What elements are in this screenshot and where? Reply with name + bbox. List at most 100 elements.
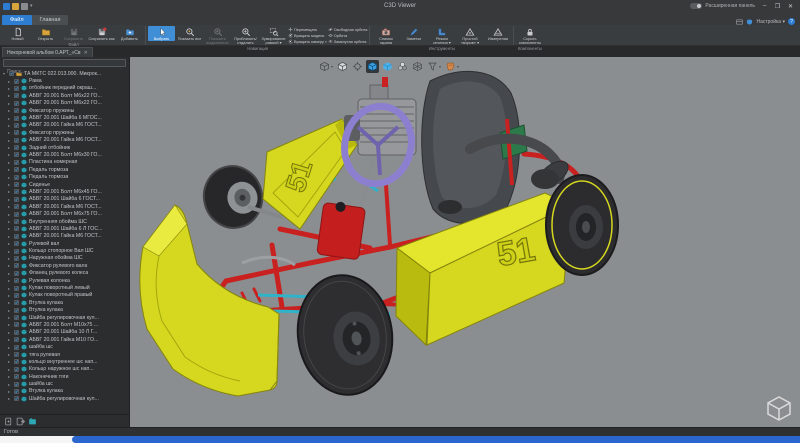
visibility-checkbox[interactable]	[14, 79, 19, 84]
tree-item[interactable]: ▸АБВГ 20.001 Болт М6х22 ГО...	[0, 92, 129, 99]
tree-item[interactable]: ▸Фиксатор пружины	[0, 129, 129, 136]
tree-item[interactable]: ▸Рулевая колонка	[0, 277, 129, 284]
side-pod-right[interactable]: 51	[396, 193, 571, 345]
tree-item[interactable]: ▸Фиксатор пружины	[0, 107, 129, 114]
viewport-shaded-button[interactable]	[381, 60, 394, 73]
rotate-model-button[interactable]: Вращать модель	[288, 33, 327, 38]
tree-item[interactable]: ▸отбойник передний окраш...	[0, 85, 129, 92]
expand-arrow-icon[interactable]: ▸	[8, 337, 12, 342]
tree-item[interactable]: ▸АБВГ 20.001 Шайба 6 МГОС...	[0, 114, 129, 121]
doc-new-button[interactable]: Новый	[4, 26, 31, 41]
expand-arrow-icon[interactable]: ▸	[8, 241, 12, 246]
visibility-checkbox[interactable]	[14, 182, 19, 187]
visibility-checkbox[interactable]	[14, 367, 19, 372]
visibility-checkbox[interactable]	[14, 389, 19, 394]
lock-button[interactable]: Скрыть компоненты	[516, 26, 543, 45]
pan-button[interactable]: Перемещать	[288, 27, 327, 32]
visibility-checkbox[interactable]	[14, 86, 19, 91]
tree-item[interactable]: ▸АБВГ 20.001 Болт М10х75 ...	[0, 321, 129, 328]
visibility-checkbox[interactable]	[14, 330, 19, 335]
tree-item[interactable]: ▸Втулка кулака	[0, 307, 129, 314]
expand-arrow-icon[interactable]: ▸	[8, 189, 12, 194]
expand-arrow-icon[interactable]: ▸	[8, 345, 12, 350]
visibility-checkbox[interactable]	[14, 300, 19, 305]
expand-arrow-icon[interactable]: ▸	[8, 352, 12, 357]
visibility-checkbox[interactable]	[14, 359, 19, 364]
pencil-button[interactable]: Заметка	[400, 26, 427, 41]
visibility-checkbox[interactable]	[14, 108, 19, 113]
tree-item[interactable]: ▸Шайба регулировочная кул...	[0, 395, 129, 402]
expand-arrow-icon[interactable]: ▸	[8, 219, 12, 224]
visibility-checkbox[interactable]	[14, 352, 19, 357]
expand-arrow-icon[interactable]: ▸	[8, 315, 12, 320]
zoom-rect-button[interactable]: Зумирование рамкой ▾	[260, 26, 287, 45]
expand-arrow-icon[interactable]: ▸	[8, 86, 12, 91]
dropdown-caret-icon[interactable]: ▾	[325, 40, 327, 44]
expand-arrow-icon[interactable]: ▸	[8, 278, 12, 283]
settings-button[interactable]: Настройка ▾	[756, 19, 785, 25]
expand-arrow-icon[interactable]: ▾	[3, 71, 7, 76]
tree-item[interactable]: ▸Кулак поворотный левый	[0, 284, 129, 291]
visibility-checkbox[interactable]	[14, 152, 19, 157]
expand-arrow-icon[interactable]: ▸	[8, 271, 12, 276]
orbit-locked-button[interactable]: Замкнутая орбита	[328, 39, 368, 44]
dropdown-caret-icon[interactable]: ▾	[439, 64, 441, 69]
tree-item[interactable]: ▾ТА МКТС 022.013.000. Микрок...	[0, 70, 129, 77]
visibility-checkbox[interactable]	[9, 71, 14, 76]
expand-arrow-icon[interactable]: ▸	[8, 286, 12, 291]
tree-item[interactable]: ▸АБВГ 20.001 Гайка М6 ГОСТ...	[0, 122, 129, 129]
expand-arrow-icon[interactable]: ▸	[8, 160, 12, 165]
visibility-checkbox[interactable]	[14, 130, 19, 135]
viewport-shaded-edges-button[interactable]	[366, 60, 379, 73]
visibility-checkbox[interactable]	[14, 234, 19, 239]
tree-item[interactable]: ▸Пластина номерная	[0, 159, 129, 166]
expand-arrow-icon[interactable]: ▸	[8, 226, 12, 231]
kart-3d-model[interactable]: 51	[130, 57, 800, 427]
visibility-checkbox[interactable]	[14, 345, 19, 350]
visibility-checkbox[interactable]	[14, 160, 19, 165]
fuel-tank[interactable]	[317, 200, 366, 260]
expand-arrow-icon[interactable]: ▸	[8, 263, 12, 268]
expand-arrow-icon[interactable]: ▸	[8, 249, 12, 254]
explode-button[interactable]: Простой «взрыв» ▾	[456, 26, 483, 45]
shield-icon[interactable]	[746, 19, 753, 25]
expand-arrow-icon[interactable]: ▸	[8, 175, 12, 180]
visibility-checkbox[interactable]	[14, 241, 19, 246]
visibility-checkbox[interactable]	[14, 219, 19, 224]
expand-arrow-icon[interactable]: ▸	[8, 108, 12, 113]
expand-arrow-icon[interactable]: ▸	[8, 130, 12, 135]
visibility-checkbox[interactable]	[14, 256, 19, 261]
tree-item[interactable]: ▸Наконечник тяги	[0, 373, 129, 380]
visibility-checkbox[interactable]	[14, 374, 19, 379]
expand-arrow-icon[interactable]: ▸	[8, 396, 12, 401]
tree-item[interactable]: ▸Фиксатор рулевого вала	[0, 262, 129, 269]
visibility-checkbox[interactable]	[14, 286, 19, 291]
expand-arrow-icon[interactable]: ▸	[8, 322, 12, 327]
show-sel-button[interactable]: Показать выделенное	[204, 26, 231, 45]
visibility-checkbox[interactable]	[14, 271, 19, 276]
visibility-checkbox[interactable]	[14, 197, 19, 202]
expand-arrow-icon[interactable]: ▸	[8, 197, 12, 202]
expand-arrow-icon[interactable]: ▸	[8, 256, 12, 261]
viewport-zoom-fit-button[interactable]	[351, 60, 364, 73]
maximize-button[interactable]: ❐	[771, 1, 784, 11]
tree-item[interactable]: ▸Втулка кулака	[0, 388, 129, 395]
tree-item[interactable]: ▸Внутренняя обойма ШС	[0, 218, 129, 225]
save-as-button[interactable]: Сохранить как	[88, 26, 115, 41]
expand-arrow-icon[interactable]: ▸	[8, 101, 12, 106]
tab-home[interactable]: Главная	[32, 15, 69, 25]
expand-arrow-icon[interactable]: ▸	[8, 152, 12, 157]
tree-item[interactable]: ▸шайба шс	[0, 380, 129, 387]
visibility-checkbox[interactable]	[14, 308, 19, 313]
tree-item[interactable]: ▸Рама	[0, 77, 129, 84]
visibility-checkbox[interactable]	[14, 337, 19, 342]
add-document-icon[interactable]	[4, 417, 13, 426]
expand-arrow-icon[interactable]: ▸	[8, 204, 12, 209]
camera-button[interactable]: Снимок экрана	[372, 26, 399, 45]
rotate-camera-button[interactable]: Вращать камеру▾	[288, 39, 327, 44]
section-button[interactable]: Режим сечения ▾	[428, 26, 455, 45]
viewport-isometric-button[interactable]	[336, 60, 349, 73]
document-tab-close-icon[interactable]: ✕	[84, 50, 88, 56]
expand-arrow-icon[interactable]: ▸	[8, 382, 12, 387]
tree-item[interactable]: ▸Педаль тормоза	[0, 173, 129, 180]
